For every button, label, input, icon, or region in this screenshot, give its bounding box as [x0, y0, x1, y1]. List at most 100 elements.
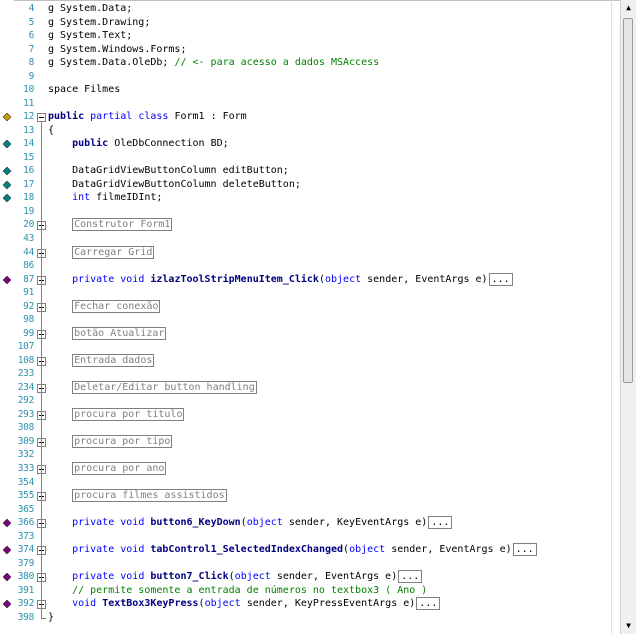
- code-line[interactable]: 355 procura filmes assistidos: [0, 489, 620, 503]
- code-line[interactable]: 333 procura por ano: [0, 462, 620, 476]
- collapsed-body-ellipsis[interactable]: ...: [512, 543, 537, 557]
- line-number: 354: [17, 476, 35, 488]
- code-line[interactable]: 380 private void button7_Click(object se…: [0, 570, 620, 584]
- code-line[interactable]: 108 Entrada dados: [0, 353, 620, 368]
- code-line[interactable]: 43: [0, 232, 620, 246]
- line-number: 17: [23, 178, 34, 190]
- collapsed-body-ellipsis[interactable]: ...: [428, 516, 453, 530]
- collapsed-body-ellipsis[interactable]: ...: [416, 597, 441, 611]
- code-keyword: void: [114, 273, 145, 285]
- code-line[interactable]: 20 Construtor Form1: [0, 218, 620, 232]
- code-line[interactable]: 86: [0, 259, 620, 273]
- code-line[interactable]: 332: [0, 448, 620, 462]
- code-line[interactable]: 91: [0, 286, 620, 300]
- code-line[interactable]: 9: [0, 70, 620, 84]
- code-keyword: object: [204, 598, 241, 610]
- collapsed-region[interactable]: Fechar conexão: [72, 299, 161, 313]
- code-line[interactable]: 233: [0, 367, 620, 381]
- code-line[interactable]: 365: [0, 503, 620, 517]
- code-line[interactable]: 16 DataGridViewButtonColumn editButton;: [0, 164, 620, 178]
- code-text: space Filmes: [48, 83, 120, 97]
- line-number: 92: [23, 300, 34, 312]
- code-line[interactable]: 44 Carregar Grid: [0, 245, 620, 260]
- collapsed-region[interactable]: procura por titulo: [72, 407, 185, 421]
- code-line[interactable]: 7 g System.Windows.Forms;: [0, 43, 620, 57]
- line-number: 107: [17, 341, 35, 353]
- code-line[interactable]: 354: [0, 476, 620, 490]
- code-line[interactable]: 6 g System.Text;: [0, 29, 620, 43]
- code-identifier: button6_KeyDown: [144, 517, 241, 529]
- collapse-minus-icon[interactable]: [37, 113, 46, 123]
- code-line[interactable]: 292: [0, 394, 620, 408]
- code-line[interactable]: 398}: [0, 611, 620, 625]
- code-keyword: void: [48, 598, 97, 610]
- scroll-thumb[interactable]: [623, 18, 633, 383]
- code-line[interactable]: 10 space Filmes: [0, 83, 620, 97]
- code-text: procura por titulo: [48, 407, 185, 422]
- code-keyword: object: [349, 544, 386, 556]
- code-line[interactable]: 366 private void button6_KeyDown(object …: [0, 516, 620, 530]
- line-number: 398: [17, 611, 35, 623]
- code-line[interactable]: 92 Fechar conexão: [0, 299, 620, 314]
- code-line[interactable]: 15: [0, 151, 620, 165]
- code-text: DataGridViewButtonColumn deleteButton;: [48, 178, 301, 192]
- code-keyword: object: [324, 273, 362, 285]
- collapsed-region[interactable]: procura filmes assistidos: [72, 489, 227, 503]
- collapsed-region[interactable]: Carregar Grid: [72, 245, 155, 259]
- scroll-down-arrow-icon[interactable]: ▼: [623, 620, 634, 631]
- code-line[interactable]: 12 public partial class Form1 : Form: [0, 110, 620, 124]
- line-number: 7: [28, 43, 35, 55]
- line-number: 332: [17, 449, 35, 461]
- code-token: DataGridViewButtonColumn deleteButton;: [48, 178, 301, 190]
- code-line[interactable]: 18 int filmeIDInt;: [0, 191, 620, 205]
- code-line[interactable]: 19: [0, 205, 620, 219]
- code-line[interactable]: 8 g System.Data.OleDb; // <- para acesso …: [0, 56, 620, 70]
- code-line[interactable]: 373: [0, 530, 620, 544]
- code-line[interactable]: 13 {: [0, 124, 620, 138]
- code-text: Entrada dados: [48, 353, 155, 368]
- code-identifier: izlazToolStripMenuItem_Click: [144, 273, 319, 285]
- code-line[interactable]: 17 DataGridViewButtonColumn deleteButton…: [0, 178, 620, 192]
- code-line[interactable]: 11: [0, 97, 620, 111]
- code-editor[interactable]: 4 g System.Data; 5 g System.Drawing; 6 g Syst…: [0, 0, 620, 634]
- collapsed-region[interactable]: procura por ano: [72, 462, 167, 476]
- code-identifier: tabControl1_SelectedIndexChanged: [144, 544, 344, 556]
- code-line[interactable]: 392 void TextBox3KeyPress(object sender,…: [0, 597, 620, 611]
- code-line[interactable]: 98: [0, 313, 620, 327]
- collapsed-region[interactable]: Construtor Form1: [72, 218, 173, 232]
- code-token: {: [48, 124, 55, 136]
- line-number: 8: [28, 57, 35, 69]
- code-line[interactable]: 379: [0, 557, 620, 571]
- collapsed-region[interactable]: Entrada dados: [72, 353, 155, 367]
- code-comment: // <- para acesso a dados MSAccess: [174, 57, 380, 69]
- code-keyword: partial: [84, 111, 139, 123]
- code-line[interactable]: 374 private void tabControl1_SelectedInd…: [0, 543, 620, 557]
- code-line[interactable]: 308: [0, 421, 620, 435]
- code-line[interactable]: 391 // permite somente a entrada de núme…: [0, 584, 620, 598]
- code-line[interactable]: 234 Deletar/Editar button handling: [0, 380, 620, 395]
- code-line[interactable]: 14 public OleDbConnection BD;: [0, 137, 620, 151]
- code-text: g System.Windows.Forms;: [48, 43, 186, 57]
- collapsed-region[interactable]: botão Atualizar: [72, 326, 167, 340]
- code-line[interactable]: 4 g System.Data;: [0, 2, 620, 16]
- collapsed-body-ellipsis[interactable]: ...: [488, 272, 513, 286]
- collapsed-body-ellipsis[interactable]: ...: [398, 570, 423, 584]
- code-line[interactable]: 5 g System.Drawing;: [0, 16, 620, 30]
- code-line[interactable]: 309 procura por tipo: [0, 434, 620, 449]
- code-text: g System.Data.OleDb; // <- para acesso a…: [48, 56, 379, 70]
- code-line[interactable]: 107: [0, 340, 620, 354]
- code-line[interactable]: 293 procura por titulo: [0, 407, 620, 422]
- collapsed-region[interactable]: procura por tipo: [72, 434, 173, 448]
- line-number: 86: [23, 260, 34, 272]
- scroll-up-arrow-icon[interactable]: ▲: [623, 2, 634, 13]
- code-line[interactable]: 87 private void izlazToolStripMenuItem_C…: [0, 272, 620, 287]
- code-line[interactable]: 99 botão Atualizar: [0, 326, 620, 341]
- code-text: }: [48, 611, 54, 625]
- line-number: 308: [17, 422, 35, 434]
- code-keyword: void: [114, 544, 145, 556]
- collapsed-region[interactable]: Deletar/Editar button handling: [72, 380, 257, 394]
- vertical-scrollbar[interactable]: ▲ ▼: [620, 0, 636, 634]
- code-keyword: object: [246, 517, 283, 529]
